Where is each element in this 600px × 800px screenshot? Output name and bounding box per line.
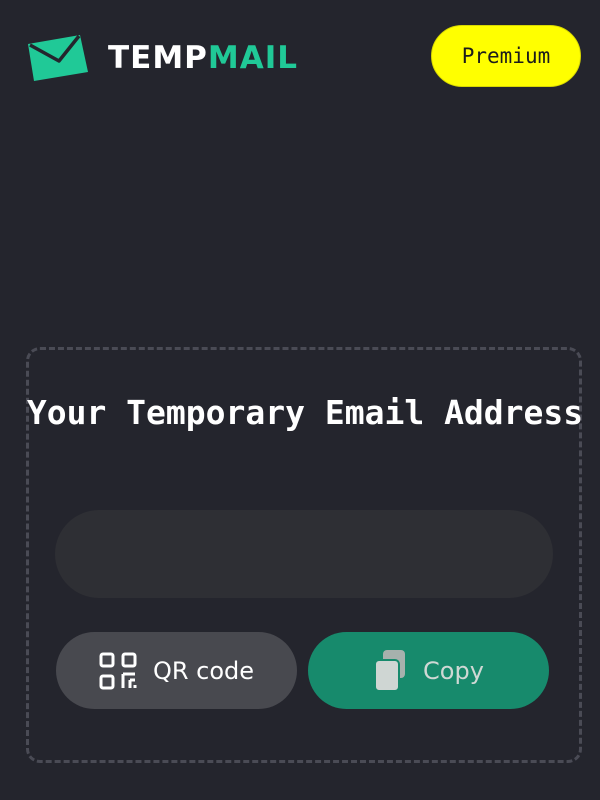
qr-code-button[interactable]: QR code <box>56 632 297 709</box>
copy-icon <box>374 649 406 692</box>
logo-text-temp: TEMP <box>108 40 208 76</box>
logo[interactable]: TEMPMAIL <box>26 34 298 82</box>
logo-text: TEMPMAIL <box>108 34 298 82</box>
qr-code-button-label: QR code <box>152 656 255 685</box>
copy-button[interactable]: Copy <box>308 632 549 709</box>
logo-text-mail: MAIL <box>207 40 299 76</box>
copy-button-label: Copy <box>423 656 484 685</box>
temporary-email-field[interactable] <box>55 510 553 598</box>
premium-button[interactable]: Premium <box>431 25 581 87</box>
envelope-icon <box>28 34 88 81</box>
header: TEMPMAIL Premium <box>0 0 600 110</box>
email-card-title: Your Temporary Email Address <box>26 393 584 432</box>
qr-code-icon <box>99 652 137 689</box>
